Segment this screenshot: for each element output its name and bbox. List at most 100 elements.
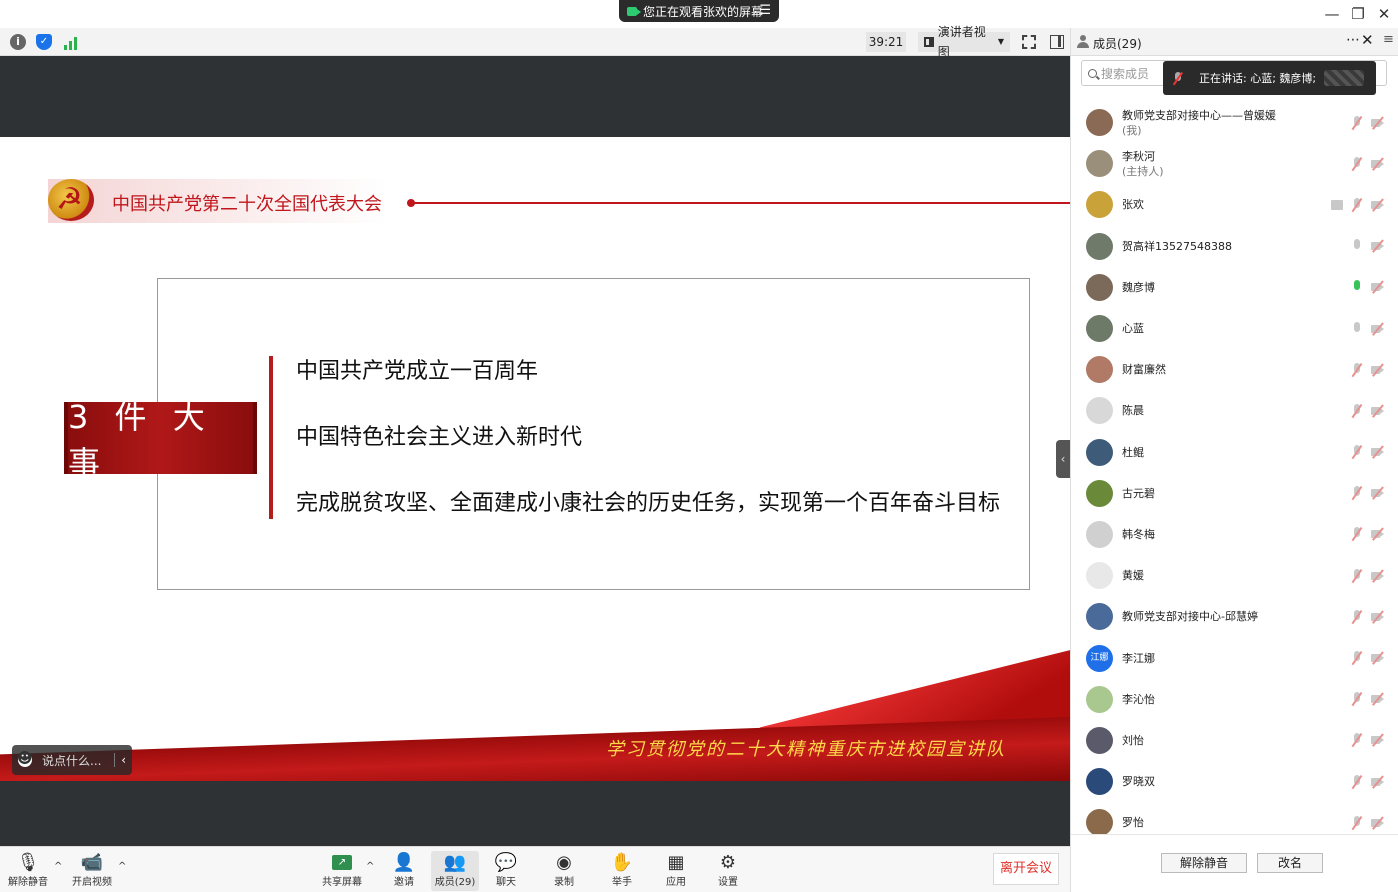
member-row[interactable]: 杜鲲	[1071, 432, 1398, 473]
video-off-icon[interactable]	[1371, 321, 1385, 336]
sidebar-toggle-icon[interactable]	[1050, 35, 1064, 49]
member-row[interactable]: 张欢	[1071, 184, 1398, 225]
member-row[interactable]: 古元碧	[1071, 473, 1398, 514]
video-off-icon[interactable]	[1371, 363, 1385, 377]
view-mode-select[interactable]: 演讲者视图 ▼	[918, 25, 1010, 59]
members-button[interactable]: 👥 成员(29)	[431, 851, 479, 891]
member-row[interactable]: 教师党支部对接中心-邱慧婷	[1071, 596, 1398, 637]
member-names: 古元碧	[1122, 486, 1155, 501]
mic-muted-icon[interactable]	[1351, 156, 1363, 171]
chevron-left-icon[interactable]: ‹	[114, 753, 132, 767]
member-row[interactable]: 刘怡	[1071, 720, 1398, 761]
close-window-button[interactable]: ✕	[1374, 4, 1394, 24]
record-label: 录制	[554, 877, 574, 888]
mic-muted-icon[interactable]	[1351, 527, 1363, 541]
hamburger-icon[interactable]: ≡	[1383, 32, 1394, 47]
chat-quick-input[interactable]: 说点什么... ‹	[12, 745, 132, 775]
member-row[interactable]: 韩冬梅	[1071, 514, 1398, 555]
apps-label: 应用	[666, 877, 686, 888]
video-off-icon[interactable]	[1371, 404, 1385, 418]
event-item-2: 中国特色社会主义进入新时代	[296, 425, 583, 450]
signal-icon[interactable]	[64, 34, 80, 50]
restore-button[interactable]: ❐	[1348, 4, 1368, 24]
member-row[interactable]: 罗晓双	[1071, 761, 1398, 802]
video-off-icon[interactable]	[1371, 774, 1385, 789]
mic-muted-icon[interactable]	[1351, 733, 1363, 747]
mic-muted-icon[interactable]	[1351, 115, 1363, 130]
invite-button[interactable]: 👤 邀请	[380, 851, 428, 889]
video-off-icon[interactable]	[1371, 816, 1385, 830]
member-role: (主持人)	[1122, 164, 1164, 178]
share-screen-button[interactable]: ↗ 共享屏幕	[318, 851, 366, 888]
avatar	[1086, 479, 1113, 507]
video-off-icon[interactable]	[1371, 569, 1385, 583]
member-row[interactable]: 贺高祥13527548388	[1071, 226, 1398, 267]
menu-icon[interactable]: ☰	[759, 3, 771, 18]
shield-icon[interactable]: ✓	[36, 34, 52, 50]
mic-muted-icon[interactable]	[1351, 486, 1363, 500]
video-off-icon[interactable]	[1371, 280, 1385, 294]
info-icon[interactable]: i	[10, 34, 26, 50]
unmute-all-button[interactable]: 解除静音	[1161, 853, 1247, 873]
member-row[interactable]: 财富廉然	[1071, 349, 1398, 390]
member-row[interactable]: 李秋河 (主持人)	[1071, 143, 1398, 184]
chat-button[interactable]: 💬 聊天	[482, 851, 530, 889]
video-off-icon[interactable]	[1371, 115, 1385, 130]
settings-button[interactable]: ⚙ 设置	[704, 851, 752, 889]
mic-muted-icon[interactable]	[1351, 692, 1363, 706]
close-icon[interactable]: ✕	[1361, 31, 1374, 49]
mic-muted-icon[interactable]	[1351, 609, 1363, 624]
mic-muted-icon[interactable]	[1351, 197, 1363, 212]
fullscreen-icon[interactable]	[1022, 35, 1036, 49]
chevron-up-icon[interactable]: ^	[118, 861, 126, 872]
minimize-button[interactable]: —	[1322, 4, 1342, 24]
mic-muted-icon[interactable]	[1351, 651, 1363, 665]
member-row[interactable]: 罗怡	[1071, 802, 1398, 834]
video-off-icon[interactable]	[1371, 486, 1385, 500]
apps-button[interactable]: ▦ 应用	[652, 851, 700, 889]
mic-icon[interactable]	[1351, 321, 1363, 336]
member-row[interactable]: 魏彦博	[1071, 267, 1398, 308]
member-status-icons	[1351, 267, 1385, 308]
video-off-icon[interactable]	[1371, 733, 1385, 748]
chevron-up-icon[interactable]: ^	[366, 861, 374, 872]
raise-hand-button[interactable]: ✋ 举手	[598, 851, 646, 889]
video-off-icon[interactable]	[1371, 692, 1385, 706]
video-off-icon[interactable]	[1371, 610, 1385, 624]
rename-button[interactable]: 改名	[1257, 853, 1323, 873]
screen-share-banner[interactable]: 您正在观看张欢的屏幕 ☰	[619, 0, 779, 22]
mic-muted-icon[interactable]	[1351, 445, 1363, 459]
video-off-icon[interactable]	[1371, 527, 1385, 542]
emoji-icon[interactable]	[17, 749, 33, 767]
mic-muted-icon[interactable]	[1351, 403, 1363, 418]
member-row[interactable]: 李沁怡	[1071, 679, 1398, 720]
mic-muted-icon[interactable]	[1351, 815, 1363, 830]
member-row[interactable]: 黄媛	[1071, 555, 1398, 596]
video-off-icon[interactable]	[1371, 198, 1385, 212]
unmute-button[interactable]: 🎙 解除静音	[4, 851, 52, 889]
mic-icon[interactable]	[1351, 239, 1363, 253]
mic-muted-icon[interactable]	[1351, 362, 1363, 377]
video-off-icon[interactable]	[1371, 157, 1385, 171]
video-off-icon[interactable]	[1371, 651, 1385, 665]
collapse-panel-handle[interactable]: ‹	[1056, 440, 1070, 478]
member-row[interactable]: 教师党支部对接中心——曾媛媛 (我)	[1071, 102, 1398, 143]
leave-meeting-button[interactable]: 离开会议	[993, 853, 1059, 885]
member-names: 心蓝	[1122, 321, 1144, 336]
chevron-up-icon[interactable]: ^	[54, 861, 62, 872]
more-icon[interactable]: ⋯	[1346, 32, 1360, 48]
speaking-indicator-toast: 正在讲话: 心蓝; 魏彦博;	[1163, 61, 1376, 95]
video-off-icon[interactable]	[1371, 445, 1385, 459]
slash-mark	[1372, 651, 1384, 665]
mic-muted-icon[interactable]	[1351, 774, 1363, 789]
member-names: 杜鲲	[1122, 445, 1144, 460]
member-row[interactable]: 陈晨	[1071, 390, 1398, 431]
member-row[interactable]: 心蓝	[1071, 308, 1398, 349]
start-video-button[interactable]: 📹 开启视频	[68, 851, 116, 889]
member-row[interactable]: 江娜 李江娜	[1071, 637, 1398, 678]
member-name: 陈晨	[1122, 404, 1144, 418]
mic-icon[interactable]	[1351, 280, 1363, 294]
record-button[interactable]: ◉ 录制	[540, 851, 588, 889]
mic-muted-icon[interactable]	[1351, 568, 1363, 583]
video-off-icon[interactable]	[1371, 239, 1385, 253]
